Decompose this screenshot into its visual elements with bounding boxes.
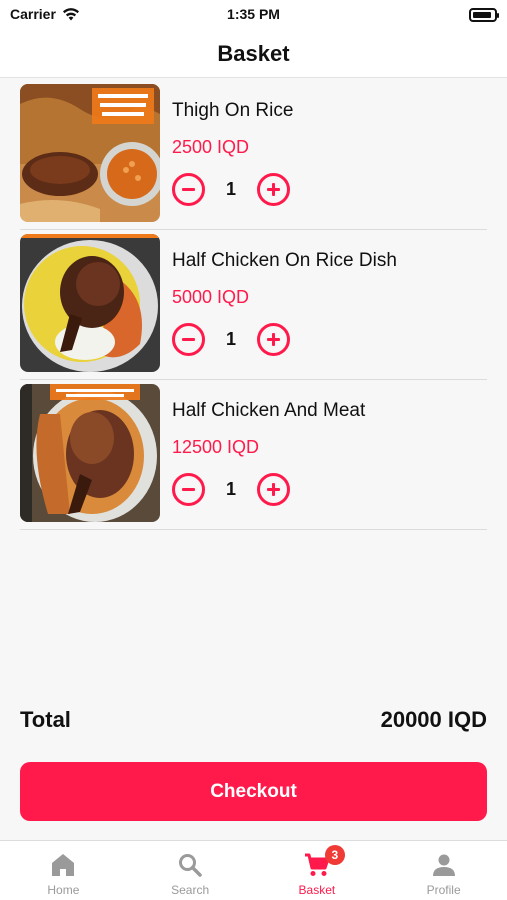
quantity-value: 1: [225, 478, 236, 499]
tab-label: Basket: [298, 883, 336, 897]
clock: 1:35 PM: [227, 6, 280, 22]
decrease-quantity-button[interactable]: [172, 172, 205, 206]
home-icon: [52, 854, 75, 876]
basket-list: Thigh On Rice 2500 IQD 1 Half Chicken On…: [20, 80, 487, 530]
item-price: 2500 IQD: [172, 137, 250, 157]
tab-bar: Home Search 3 Basket Profile: [0, 840, 507, 900]
tab-label: Search: [171, 883, 210, 897]
page-title: Basket: [217, 40, 290, 66]
basket-item: Half Chicken On Rice Dish 5000 IQD 1: [20, 230, 487, 380]
total-row: Total 20000 IQD: [20, 704, 487, 736]
nav-header: Basket: [0, 30, 507, 78]
increase-quantity-button[interactable]: [257, 172, 290, 206]
quantity-stepper: 1: [172, 322, 290, 356]
item-image: [20, 384, 160, 522]
tab-home[interactable]: Home: [0, 841, 127, 900]
quantity-value: 1: [225, 328, 236, 349]
battery-icon: [469, 8, 499, 22]
basket-item: Half Chicken And Meat 12500 IQD 1: [20, 380, 487, 530]
quantity-value: 1: [225, 178, 236, 199]
item-name: Half Chicken On Rice Dish: [172, 250, 397, 271]
total-label: Total: [20, 707, 71, 732]
tab-basket[interactable]: 3 Basket: [254, 841, 381, 900]
decrease-quantity-button[interactable]: [172, 472, 205, 506]
tab-profile[interactable]: Profile: [380, 841, 507, 900]
item-price: 12500 IQD: [172, 437, 260, 457]
search-icon: [179, 854, 202, 877]
tab-label: Profile: [426, 883, 461, 897]
item-image: [20, 234, 160, 372]
tab-label: Home: [47, 883, 80, 897]
item-name: Half Chicken And Meat: [172, 400, 366, 421]
decrease-quantity-button[interactable]: [172, 322, 205, 356]
item-name: Thigh On Rice: [172, 100, 294, 121]
person-icon: [432, 854, 455, 876]
increase-quantity-button[interactable]: [257, 472, 290, 506]
checkout-button[interactable]: Checkout: [20, 762, 487, 821]
tab-search[interactable]: Search: [127, 841, 254, 900]
quantity-stepper: 1: [172, 472, 290, 506]
quantity-stepper: 1: [172, 172, 290, 206]
cart-count-badge: 3: [324, 845, 345, 865]
total-amount: 20000 IQD: [380, 707, 487, 732]
status-bar: Carrier 1:35 PM: [0, 0, 507, 30]
item-price: 5000 IQD: [172, 287, 250, 307]
item-image: [20, 84, 160, 222]
increase-quantity-button[interactable]: [257, 322, 290, 356]
basket-item: Thigh On Rice 2500 IQD 1: [20, 80, 487, 230]
